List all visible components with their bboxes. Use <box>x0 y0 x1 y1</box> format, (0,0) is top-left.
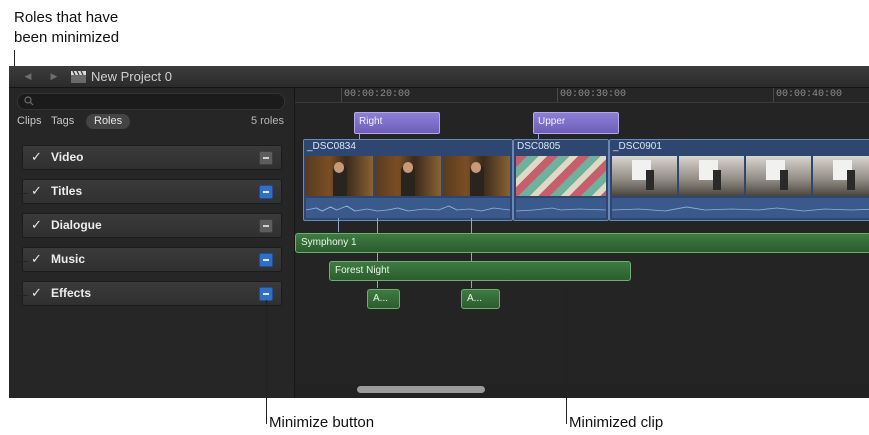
dialogue-checkbox[interactable]: ✓ <box>31 218 43 232</box>
video-clip[interactable]: _DSC0901 <box>609 139 869 221</box>
thumbnail <box>746 156 811 196</box>
video-clip[interactable]: DSC0805 <box>513 139 609 221</box>
thumbnail <box>374 156 442 196</box>
final-cut-window: ◀ ▶ New Project 0 Clips Tags Roles 5 rol… <box>9 66 869 398</box>
audio-clip-label: A... <box>467 293 483 304</box>
role-row-titles[interactable]: ✓ Titles <box>22 179 282 204</box>
role-label-dialogue: Dialogue <box>51 218 102 232</box>
role-label-music: Music <box>51 252 86 266</box>
callout-minimized-clip: Minimized clip <box>569 414 664 431</box>
video-clip[interactable]: _DSC0834 <box>303 139 513 221</box>
callout-line-2: been minimized <box>14 29 120 46</box>
title-clip-label: Upper <box>538 116 566 127</box>
title-bar: ◀ ▶ New Project 0 <box>9 66 869 88</box>
minimized-audio-clip[interactable]: A... <box>461 289 500 309</box>
timecode-label: 00:00:20:00 <box>344 89 411 100</box>
minimized-audio-clip[interactable]: A... <box>367 289 400 309</box>
back-arrow-icon[interactable]: ◀ <box>21 69 35 83</box>
role-row-video[interactable]: ✓ Video <box>22 145 282 170</box>
effects-checkbox[interactable]: ✓ <box>31 286 43 300</box>
tab-clips[interactable]: Clips <box>17 114 41 129</box>
project-title: New Project 0 <box>91 69 172 84</box>
minimize-button-titles[interactable] <box>259 185 273 199</box>
callout-leader <box>566 282 567 424</box>
timeline-index: Clips Tags Roles 5 roles ✓ Video ✓ Title… <box>9 88 295 398</box>
search-icon <box>24 96 34 106</box>
audio-connector <box>338 218 339 232</box>
thumbnail <box>516 156 606 196</box>
music-checkbox[interactable]: ✓ <box>31 252 43 266</box>
horizontal-scrollbar[interactable] <box>295 384 869 398</box>
callout-tick <box>14 261 28 262</box>
minimize-button-dialogue[interactable] <box>259 219 273 233</box>
callout-tick <box>14 295 28 296</box>
audio-waveform <box>612 198 869 218</box>
minimize-button-music[interactable] <box>259 253 273 267</box>
filmstrip <box>306 156 511 196</box>
video-clip-label: _DSC0834 <box>307 141 356 152</box>
role-row-dialogue[interactable]: ✓ Dialogue <box>22 213 282 238</box>
timecode-label: 00:00:40:00 <box>776 89 843 100</box>
video-clip-label: DSC0805 <box>517 141 561 152</box>
tab-roles[interactable]: Roles <box>86 114 131 129</box>
callout-tick <box>14 193 28 194</box>
clapper-icon <box>71 70 86 83</box>
title-clip[interactable]: Upper <box>533 112 619 134</box>
video-clip-label: _DSC0901 <box>613 141 662 152</box>
role-row-music[interactable]: ✓ Music <box>22 247 282 272</box>
role-label-titles: Titles <box>51 184 83 198</box>
thumbnail <box>813 156 869 196</box>
thumbnail <box>306 156 373 196</box>
timeline[interactable]: 00:00:20:00 00:00:30:00 00:00:40:00 Righ… <box>295 88 869 398</box>
roles-count: 5 roles <box>250 115 284 127</box>
role-label-effects: Effects <box>51 286 92 300</box>
audio-waveform <box>516 198 606 218</box>
callout-line-1: Roles that have <box>14 9 119 26</box>
thumbnail <box>679 156 744 196</box>
title-clip-label: Right <box>359 116 383 127</box>
filmstrip <box>516 156 606 196</box>
callout-roles-minimized: Roles that have been minimized <box>14 8 119 48</box>
callout-leader <box>266 300 267 424</box>
ruler-tick <box>341 88 342 102</box>
video-checkbox[interactable]: ✓ <box>31 150 43 164</box>
audio-clip-label: A... <box>373 293 389 304</box>
ruler-tick <box>773 88 774 102</box>
scroll-thumb[interactable] <box>357 386 485 393</box>
titles-checkbox[interactable]: ✓ <box>31 184 43 198</box>
role-row-effects[interactable]: ✓ Effects <box>22 281 282 306</box>
timecode-label: 00:00:30:00 <box>560 89 627 100</box>
audio-clip[interactable]: Symphony 1 <box>295 233 869 253</box>
filmstrip <box>612 156 869 196</box>
time-ruler[interactable]: 00:00:20:00 00:00:30:00 00:00:40:00 <box>295 88 869 103</box>
title-clip[interactable]: Right <box>354 112 440 134</box>
tab-tags[interactable]: Tags <box>51 114 74 129</box>
thumbnail <box>612 156 677 196</box>
audio-clip-label: Forest Night <box>335 265 390 276</box>
minimize-button-video[interactable] <box>259 151 273 165</box>
forward-arrow-icon[interactable]: ▶ <box>47 69 61 83</box>
audio-clip-label: Symphony 1 <box>301 237 357 248</box>
ruler-tick <box>557 88 558 102</box>
role-label-video: Video <box>51 150 84 164</box>
minimize-button-effects[interactable] <box>259 287 273 301</box>
callout-minimize-button: Minimize button <box>269 414 375 431</box>
audio-clip[interactable]: Forest Night <box>329 261 631 281</box>
thumbnail <box>443 156 511 196</box>
audio-waveform <box>306 198 510 218</box>
search-field[interactable] <box>17 93 285 110</box>
